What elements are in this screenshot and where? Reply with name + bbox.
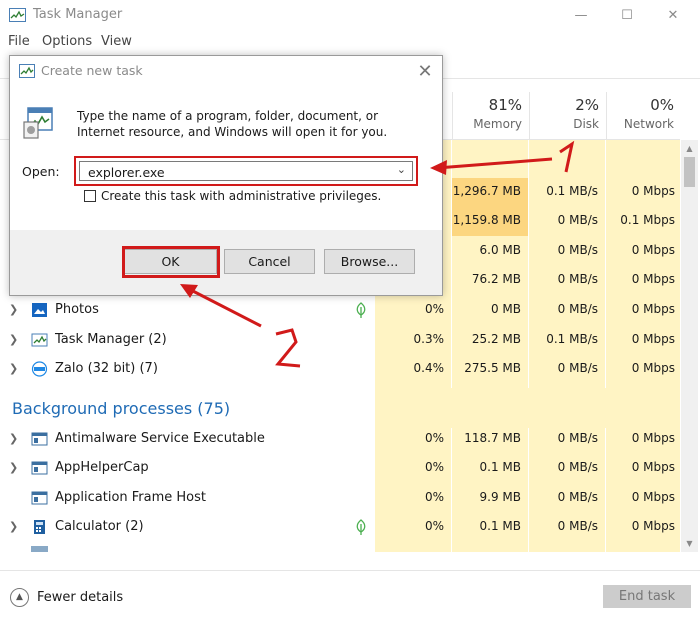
- step-1-marker: [559, 140, 575, 173]
- tutorial-annotations: [180, 140, 575, 368]
- arrow-to-ok-button: [180, 284, 262, 328]
- task-manager-window: Task Manager — ☐ ✕ File Options View 81%…: [0, 0, 700, 622]
- arrow-to-open-field: [430, 157, 553, 175]
- step-2-marker: [275, 328, 301, 368]
